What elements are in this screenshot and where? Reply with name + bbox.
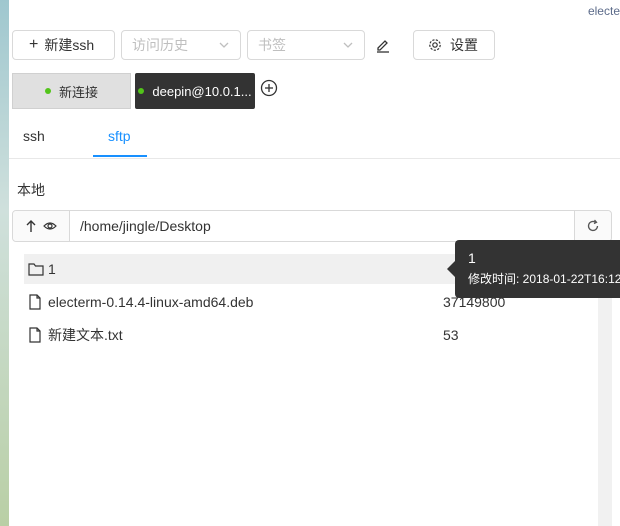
history-placeholder: 访问历史: [132, 37, 188, 53]
status-dot: [138, 88, 145, 94]
edit-button[interactable]: [375, 37, 391, 57]
file-icon: [28, 327, 44, 343]
file-row[interactable]: 新建文本.txt 53: [24, 320, 598, 350]
file-name: 新建文本.txt: [48, 327, 123, 343]
chevron-down-icon: [343, 42, 353, 48]
tab-sftp[interactable]: sftp: [108, 128, 131, 144]
settings-label: 设置: [450, 37, 478, 53]
tooltip-name: 1: [468, 250, 476, 266]
settings-button[interactable]: 设置: [413, 30, 495, 60]
status-dot: [44, 88, 51, 94]
path-input[interactable]: /home/jingle/Desktop: [80, 218, 211, 234]
reload-icon: [587, 219, 599, 232]
tab-new-connection[interactable]: 新连接: [12, 73, 131, 109]
eye-icon[interactable]: [43, 220, 57, 232]
chevron-down-icon: [219, 42, 229, 48]
edit-icon: [377, 40, 389, 53]
tooltip-arrow: [447, 261, 455, 277]
tab-label: 新连接: [58, 84, 98, 100]
path-controls: [13, 211, 70, 241]
new-ssh-button[interactable]: + 新建ssh: [12, 30, 115, 60]
bookmarks-select[interactable]: 书签: [247, 30, 365, 60]
file-name: 1: [48, 261, 56, 277]
file-name: electerm-0.14.4-linux-amd64.deb: [48, 294, 254, 310]
tab-ssh[interactable]: ssh: [23, 128, 45, 144]
gear-icon: [429, 39, 441, 51]
new-ssh-label: 新建ssh: [44, 37, 95, 53]
tab-deepin-connection[interactable]: deepin@10.0.1...: [135, 73, 255, 109]
sub-tabs: ssh sftp: [9, 120, 620, 159]
app-title: electe: [587, 4, 620, 18]
active-tab-indicator: [93, 155, 147, 157]
plus-circle-icon[interactable]: [260, 79, 278, 97]
file-tooltip: 1 修改时间: 2018-01-22T16:12: [455, 240, 620, 298]
tab-label: deepin@10.0.1...: [152, 83, 252, 99]
path-bar: /home/jingle/Desktop: [12, 210, 612, 242]
bookmarks-placeholder: 书签: [258, 37, 286, 53]
tooltip-modified: 修改时间: 2018-01-22T16:12: [468, 272, 620, 286]
file-size: 53: [443, 327, 459, 343]
history-select[interactable]: 访问历史: [121, 30, 241, 60]
window-edge: [0, 0, 9, 526]
folder-icon: [28, 261, 44, 277]
local-section-title: 本地: [17, 182, 45, 198]
plus-icon: +: [29, 36, 39, 53]
file-icon: [28, 294, 44, 310]
arrow-up-icon[interactable]: [25, 219, 37, 233]
refresh-button[interactable]: [574, 211, 611, 241]
